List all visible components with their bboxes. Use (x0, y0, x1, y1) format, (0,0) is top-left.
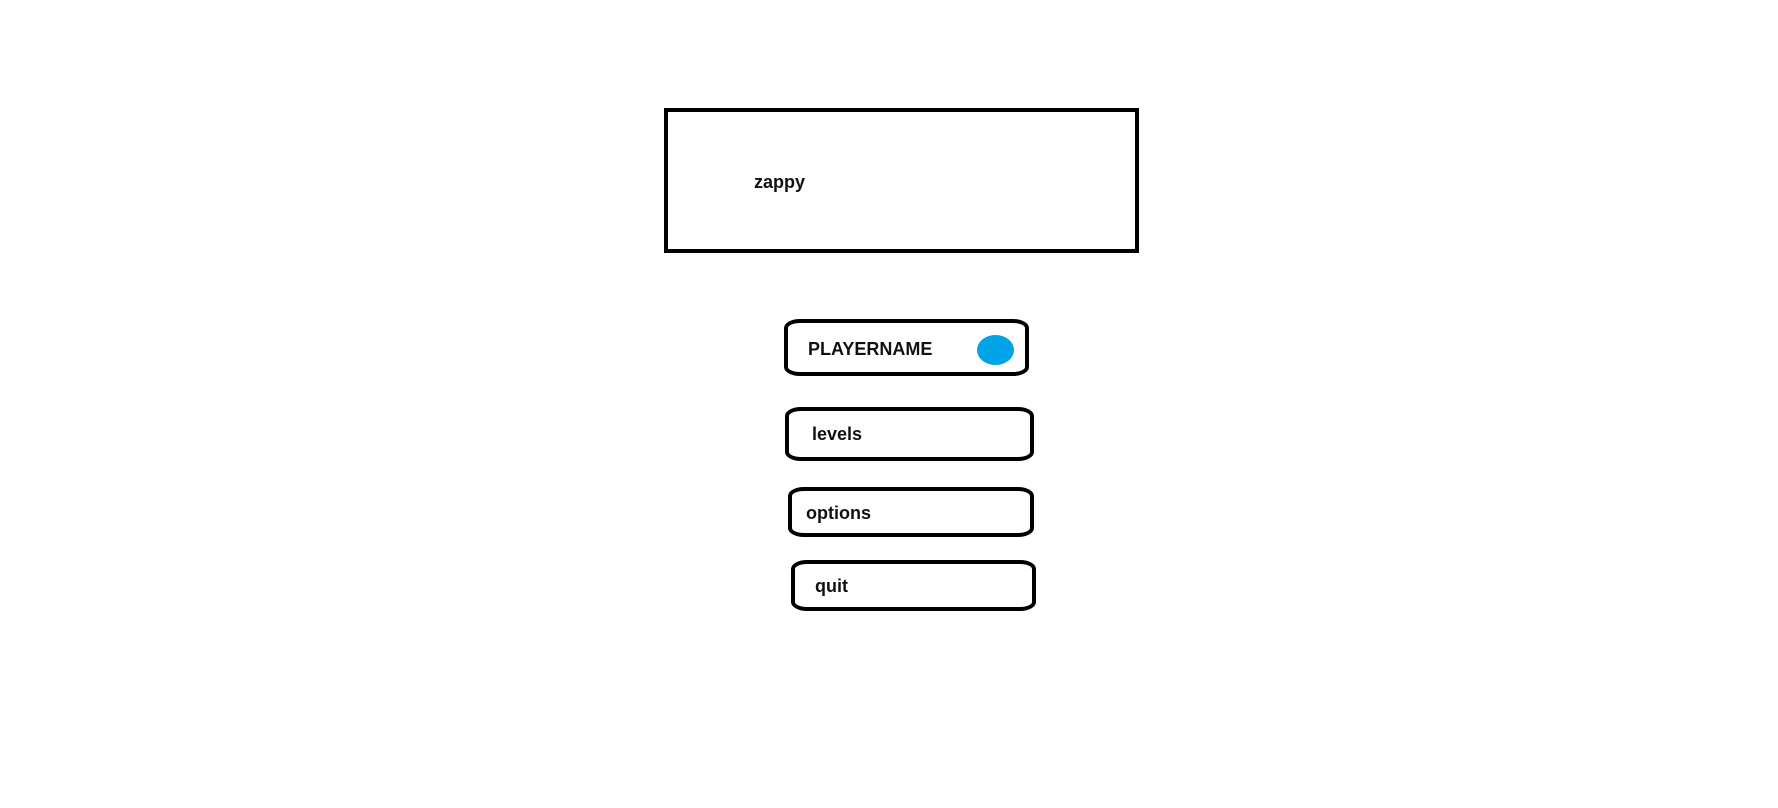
player-status-dot-icon (977, 335, 1014, 365)
quit-label: quit (815, 576, 848, 596)
player-name-label: PLAYERNAME (808, 339, 933, 359)
options-label: options (806, 503, 871, 523)
levels-button[interactable]: levels (785, 407, 1034, 461)
player-name-button[interactable]: PLAYERNAME (784, 319, 1029, 376)
title-box: zappy (664, 108, 1139, 253)
options-button[interactable]: options (788, 487, 1034, 537)
quit-button[interactable]: quit (791, 560, 1036, 611)
levels-label: levels (812, 424, 863, 444)
game-title: zappy (754, 172, 806, 192)
